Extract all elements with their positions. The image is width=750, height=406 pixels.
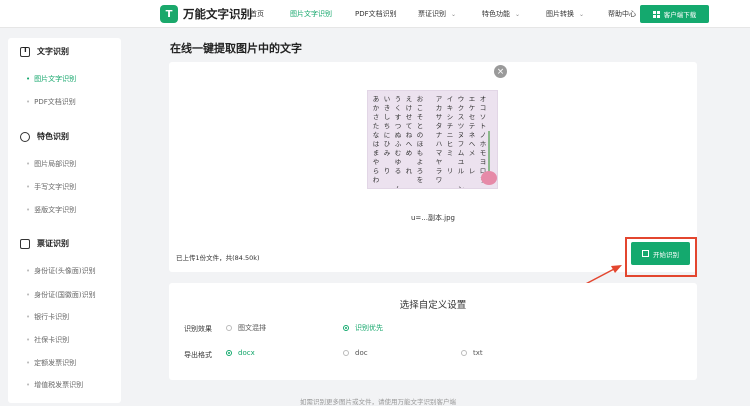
settings-title: 选择自定义设置	[399, 300, 467, 311]
format-option-doc[interactable]: doc	[343, 349, 368, 357]
radio-icon	[226, 325, 232, 331]
format-label: 导出格式	[184, 351, 212, 359]
effect-option-mixed[interactable]: 图文混排	[226, 323, 266, 333]
format-option-docx[interactable]: docx	[226, 349, 255, 357]
format-option-txt[interactable]: txt	[461, 349, 483, 357]
footer-hint: 如需识别更多图片或文件，请使用万能文字识别客户端	[300, 398, 456, 406]
effect-option-priority[interactable]: 识别优先	[343, 323, 383, 333]
radio-selected-icon	[226, 350, 232, 356]
radio-selected-icon	[343, 325, 349, 331]
radio-icon	[343, 350, 349, 356]
radio-icon	[461, 350, 467, 356]
effect-label: 识别效果	[184, 325, 212, 333]
